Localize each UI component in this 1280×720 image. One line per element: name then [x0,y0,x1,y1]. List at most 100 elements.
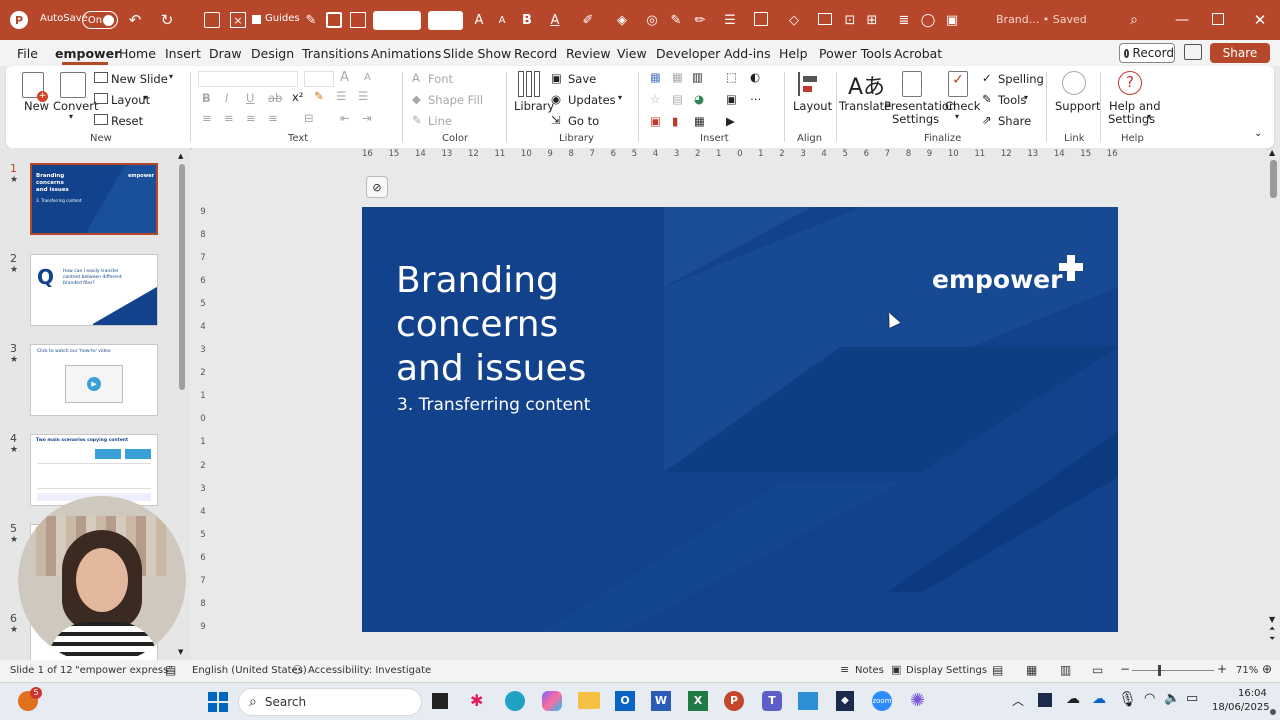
new-slide-dropdown-icon[interactable]: ▾ [169,72,173,81]
library-button[interactable]: Library [514,99,554,113]
font-name-box[interactable] [373,11,421,30]
record-button[interactable]: Record [1119,43,1175,63]
presentation-settings-button-line2[interactable]: Settings [892,112,939,126]
zoom-in-icon[interactable]: + [1217,662,1227,676]
font-size-box[interactable] [428,11,463,30]
eyedropper-icon[interactable]: ◎ [644,11,660,29]
notes-button[interactable]: Notes [855,665,884,676]
convert-icon[interactable] [60,72,86,98]
insert-table-icon[interactable]: ▦ [672,70,683,84]
search-icon[interactable]: ⌕ [1126,11,1142,29]
excel-icon[interactable]: X [688,691,708,711]
fit-slide-icon[interactable]: ⊕ [1262,662,1272,676]
thumbnail-scrollbar[interactable]: ▲ ▼ [178,152,186,656]
insert-shape-icon[interactable]: ⬚ [726,70,737,84]
insert-grid-icon[interactable]: ▦ [694,114,705,128]
proofing-icon[interactable]: ▤ [165,663,176,677]
insert-pdf-icon[interactable]: ▣ [650,114,661,128]
tab-transitions[interactable]: Transitions [302,46,369,61]
support-button[interactable]: Support [1055,99,1100,113]
clock-date[interactable]: 18/06/2025 [1212,702,1270,713]
textbox-icon[interactable] [818,13,832,25]
redo-icon[interactable]: ↻ [158,11,176,29]
pen-icon[interactable]: ✎ [302,12,320,28]
slide-icon[interactable] [326,12,342,28]
insert-cards-icon[interactable]: ▤ [672,92,683,106]
help-dropdown-icon[interactable]: ▾ [1147,112,1151,121]
main-slide[interactable]: Branding concerns and issues 3. Transfer… [362,207,1118,632]
font-color-icon[interactable]: A [548,11,562,29]
convert-button[interactable]: Convert [53,99,98,113]
spelling-button[interactable]: Spelling [998,72,1044,86]
bold-quick-icon[interactable]: B [520,11,534,29]
slide-sorter-icon[interactable]: ▦ [1026,663,1037,677]
align-icon[interactable]: ☰ [722,11,738,29]
autosave-toggle[interactable]: On [82,11,118,29]
rectangle-icon[interactable] [754,12,768,26]
library-icon[interactable] [518,71,544,97]
tab-power-tools[interactable]: Power Tools [819,46,892,61]
zoom-slider[interactable] [1132,665,1214,676]
check-button[interactable]: Check [945,99,980,113]
grow-font-icon[interactable]: A [472,11,486,29]
align-left-icon[interactable]: ≡ [202,111,212,125]
justify-icon[interactable]: ≡ [268,111,278,125]
onedrive-icon[interactable]: ☁ [1092,691,1106,707]
insert-icons-icon[interactable]: ◐ [750,70,760,84]
format-painter-icon[interactable]: ✎ [314,89,324,103]
share-button[interactable]: Share [1210,43,1270,63]
shrink-font-icon[interactable]: A [496,13,508,27]
tab-help[interactable]: Help [779,46,808,61]
edit-shape-icon[interactable]: ✏ [692,11,708,29]
insert-picture-icon[interactable]: ▦ [650,70,661,84]
canvas-scrollbar[interactable]: ▲ ▼ ⏶ ⏷ [1266,148,1280,644]
minimize-icon[interactable]: — [1174,11,1190,29]
comments-icon[interactable] [1184,44,1202,60]
grid-icon[interactable] [350,12,366,28]
bold-icon[interactable]: B [202,91,211,105]
thumbnail-slide-1[interactable]: Branding concerns and issues 3. Transfer… [30,163,158,235]
shapes-icon[interactable]: ◇ [786,11,802,29]
display-settings-button[interactable]: Display Settings [906,665,987,676]
updates-dropdown-icon[interactable]: ▾ [618,93,622,102]
tab-acrobat[interactable]: Acrobat [894,46,942,61]
close-box-icon[interactable]: × [230,12,246,28]
insert-star-icon[interactable]: ☆ [650,92,660,106]
insert-columns-icon[interactable]: ▥ [692,70,703,84]
slack-icon[interactable]: ✱ [470,691,483,710]
font-size-dropdown[interactable] [304,71,334,87]
microphone-icon[interactable]: 🎙 [1118,690,1137,708]
zoom-level[interactable]: 71% [1236,665,1258,676]
font-name-dropdown[interactable] [198,71,298,87]
tab-view[interactable]: View [617,46,647,61]
insert-bar-chart-icon[interactable]: ▮ [672,114,678,128]
windows-start-icon[interactable] [208,692,228,712]
bullets-icon[interactable]: ☰ [336,89,346,103]
font-color-button[interactable]: Font [428,72,453,86]
indent-icon[interactable]: ⇤ [340,111,350,125]
highlight-icon[interactable]: ✐ [580,11,596,29]
draw-icon[interactable]: ✎ [668,11,684,29]
present-icon[interactable] [204,12,220,28]
edge-icon[interactable] [505,691,525,711]
fill-icon[interactable]: ◈ [614,11,630,29]
app-gear-icon[interactable]: ✺ [910,690,925,711]
shield-icon[interactable]: ◆ [836,691,854,711]
save-button[interactable]: Save [568,72,596,86]
teams-icon[interactable]: T [762,691,782,711]
undo-icon[interactable]: ↶ [126,11,144,29]
insert-video-icon[interactable]: ▶ [726,114,735,128]
clock-time[interactable]: 16:04 [1238,688,1267,699]
cloud-icon[interactable]: ☁ [1066,691,1080,707]
layout-button[interactable]: Layout [793,99,832,113]
thumbnail-slide-4[interactable]: Two main scenarios copying content [30,434,158,506]
wifi-icon[interactable]: ◠ [1144,691,1155,706]
updates-button[interactable]: Updates [568,93,616,107]
tools-button[interactable]: Tools [998,93,1026,107]
weather-icon[interactable]: 5 [18,687,42,711]
support-icon[interactable] [1062,71,1086,95]
outlook-icon[interactable]: O [615,691,635,711]
help-settings-button-line1[interactable]: Help and [1109,99,1161,113]
new-file-icon[interactable]: + [22,72,48,102]
chevron-up-icon[interactable]: ︿ [1012,692,1024,709]
